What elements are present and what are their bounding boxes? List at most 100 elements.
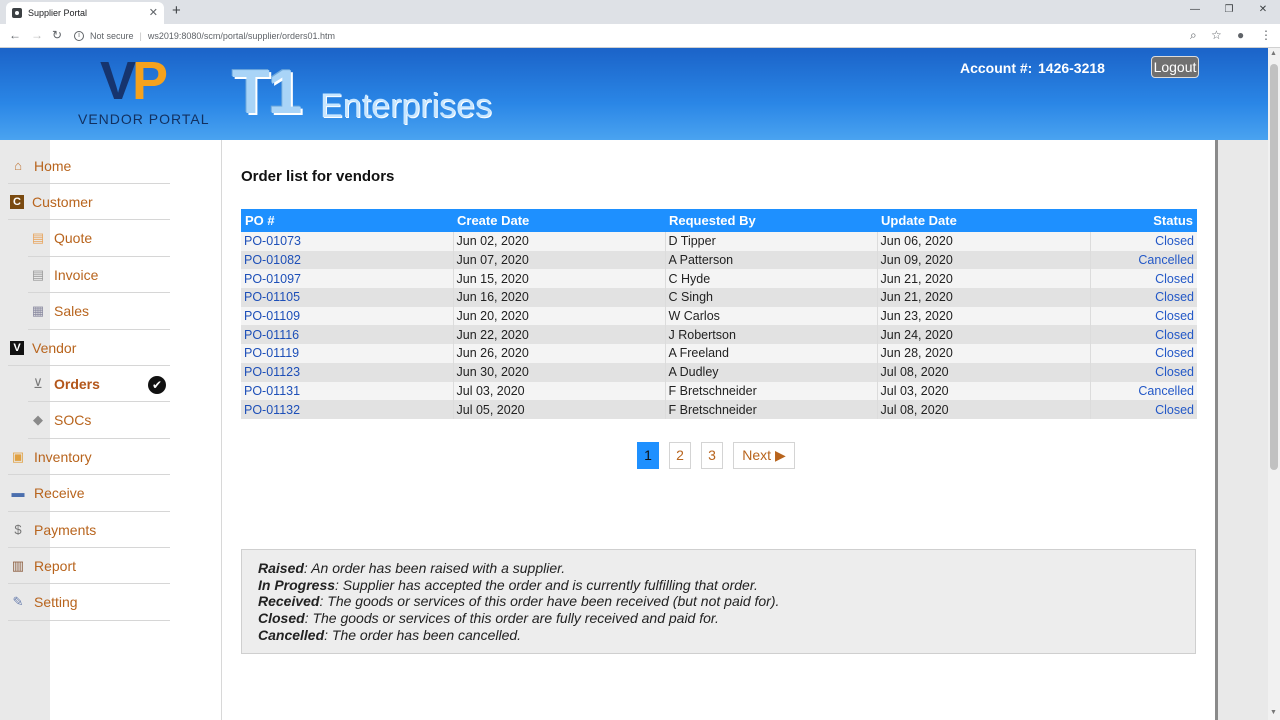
address-bar: ← → ↻ i Not secure | ws2019:8080/scm/por…	[0, 24, 1280, 48]
table-row[interactable]: PO-01082 Jun 07, 2020 A Patterson Jun 09, 2…	[241, 250, 1197, 270]
window-close-icon[interactable]: ✕	[1246, 0, 1280, 24]
scrollbar-thumb[interactable]	[1270, 64, 1278, 470]
po-number-link[interactable]: PO-01109	[241, 306, 454, 326]
invoice-icon: ▤	[31, 266, 45, 282]
table-row[interactable]: PO-01105 Jun 16, 2020 C Singh Jun 21, 2020 C…	[241, 288, 1197, 307]
sidebar-item-home[interactable]: ⌂ Home	[8, 148, 170, 184]
sidebar-item-payments[interactable]: $ Payments	[8, 512, 170, 548]
table-row[interactable]: PO-01109 Jun 20, 2020 W Carlos Jun 23, 2020…	[241, 306, 1197, 326]
logout-button[interactable]: Logout	[1151, 56, 1199, 78]
sidebar-item-receive[interactable]: ▬ Receive	[8, 476, 170, 512]
status-cell: Closed	[1090, 288, 1197, 307]
po-link-text[interactable]: PO-01105	[244, 290, 300, 304]
table-row[interactable]: PO-01097 Jun 15, 2020 C Hyde Jun 21, 2020 Cl…	[241, 269, 1197, 289]
po-link-text[interactable]: PO-01119	[244, 346, 299, 360]
create-date-cell: Jun 07, 2020	[453, 250, 666, 270]
po-link-text[interactable]: PO-01097	[244, 272, 301, 286]
url-field[interactable]: i Not secure | ws2019:8080/scm/portal/su…	[74, 27, 1226, 45]
sidebar-item-report[interactable]: ▥ Report	[8, 548, 170, 585]
sidebar-item-invoice[interactable]: ▤ Invoice	[28, 257, 170, 294]
sidebar-item-customer[interactable]: C Customer	[8, 184, 170, 221]
sidebar-item-vendor[interactable]: V Vendor	[8, 330, 170, 366]
sidebar-item-label: Receive	[34, 485, 85, 502]
back-arrow-icon[interactable]: ←	[9, 28, 21, 42]
cell-text: Closed	[1155, 346, 1194, 361]
cell-text: Jun 16, 2020	[456, 290, 529, 305]
legend-entry: Closed: The goods or services of this or…	[258, 610, 1179, 627]
sidebar-item-setting[interactable]: ✎ Setting	[8, 585, 170, 621]
browser-tab[interactable]: Supplier Portal ✕	[6, 2, 164, 24]
cell-text: Jun 30, 2020	[456, 365, 529, 380]
zoom-icon[interactable]: ⌕	[1190, 28, 1197, 43]
next-page-button[interactable]: Next ▶	[733, 442, 795, 469]
scroll-down-icon[interactable]: ▼	[1270, 709, 1277, 716]
sidebar-item-orders[interactable]: ⊻ Orders ✔	[28, 366, 170, 403]
minimize-icon[interactable]: —	[1178, 0, 1212, 24]
restore-icon[interactable]: ❐	[1212, 0, 1246, 24]
column-header-requested-by[interactable]: Requested By	[665, 209, 877, 232]
table-row[interactable]: PO-01119 Jun 26, 2020 A Freeland Jun 28, 20…	[241, 344, 1197, 363]
create-date-cell: Jun 22, 2020	[453, 325, 666, 345]
po-link-text[interactable]: PO-01116	[244, 328, 299, 342]
requested-by-cell: A Freeland	[665, 344, 878, 363]
cell-text: Jun 28, 2020	[880, 346, 953, 361]
table-row[interactable]: PO-01116 Jun 22, 2020 J Robertson Jun 24, 2…	[241, 325, 1197, 345]
cell-text: Jun 07, 2020	[456, 253, 529, 268]
po-number-link[interactable]: PO-01131	[241, 381, 454, 401]
star-icon[interactable]: ☆	[1211, 28, 1222, 42]
table-row[interactable]: PO-01131 Jul 03, 2020 F Bretschneider Jul 0…	[241, 381, 1197, 401]
po-number-link[interactable]: PO-01073	[241, 232, 454, 251]
info-icon[interactable]: i	[74, 31, 84, 41]
table-row[interactable]: PO-01132 Jul 05, 2020 F Bretschneider Jul 0…	[241, 400, 1197, 419]
po-number-link[interactable]: PO-01116	[241, 325, 454, 345]
legend-description: : The order has been cancelled.	[324, 626, 522, 643]
cell-text: J Robertson	[668, 327, 736, 342]
po-number-link[interactable]: PO-01132	[241, 400, 454, 419]
legend-term: Raised	[258, 560, 304, 576]
cell-text: Closed	[1155, 290, 1194, 305]
po-link-text[interactable]: PO-01073	[244, 234, 301, 248]
page-3-button[interactable]: 3	[701, 442, 723, 469]
page-2-button[interactable]: 2	[669, 442, 691, 469]
sidebar-item-sales[interactable]: ▦ Sales	[28, 294, 170, 330]
sidebar-item-label: Customer	[32, 193, 93, 210]
profile-icon[interactable]: ●	[1237, 28, 1244, 42]
tag-icon: ◆	[33, 412, 43, 428]
scroll-up-icon[interactable]: ▲	[1270, 50, 1277, 57]
requested-by-cell: A Dudley	[665, 362, 878, 382]
po-number-link[interactable]: PO-01119	[241, 344, 454, 363]
po-link-text[interactable]: PO-01082	[244, 253, 301, 267]
menu-icon[interactable]: ⋮	[1260, 28, 1272, 42]
sidebar-item-label: Setting	[34, 594, 78, 611]
active-check-icon: ✔	[148, 376, 166, 395]
close-tab-icon[interactable]: ✕	[149, 6, 158, 19]
cell-text: Closed	[1155, 309, 1194, 324]
cell-text: Jul 05, 2020	[456, 402, 525, 417]
po-link-text[interactable]: PO-01109	[244, 309, 300, 323]
po-link-text[interactable]: PO-01132	[244, 403, 300, 417]
create-date-cell: Jun 02, 2020	[453, 232, 666, 251]
sidebar-item-inventory[interactable]: ▣ Inventory	[8, 439, 170, 476]
reload-icon[interactable]: ↻	[52, 28, 62, 42]
table-row[interactable]: PO-01123 Jun 30, 2020 A Dudley Jul 08, 2020…	[241, 362, 1197, 382]
po-link-text[interactable]: PO-01131	[244, 384, 300, 398]
page-1-button[interactable]: 1	[637, 442, 659, 469]
quote-icon: ▤	[31, 230, 45, 246]
po-link-text[interactable]: PO-01123	[244, 365, 300, 379]
po-number-link[interactable]: PO-01097	[241, 269, 454, 289]
cell-text: C Singh	[668, 290, 713, 305]
sidebar-item-socs[interactable]: ◆ SOCs	[28, 403, 170, 439]
tab-title: Supplier Portal	[28, 8, 88, 18]
new-tab-icon[interactable]: +	[172, 2, 181, 19]
po-number-link[interactable]: PO-01123	[241, 362, 454, 382]
column-header-status[interactable]: Status	[1090, 209, 1197, 232]
table-row[interactable]: PO-01073 Jun 02, 2020 D Tipper Jun 06, 2020…	[241, 232, 1197, 251]
po-number-link[interactable]: PO-01105	[241, 288, 454, 307]
cell-text: Jul 03, 2020	[880, 383, 949, 398]
column-header-create-date[interactable]: Create Date	[453, 209, 665, 232]
sidebar-item-quote[interactable]: ▤ Quote	[28, 221, 170, 257]
column-header-po[interactable]: PO #	[241, 209, 453, 232]
forward-arrow-icon[interactable]: →	[31, 28, 43, 42]
column-header-update-date[interactable]: Update Date	[877, 209, 1090, 232]
po-number-link[interactable]: PO-01082	[241, 250, 454, 270]
